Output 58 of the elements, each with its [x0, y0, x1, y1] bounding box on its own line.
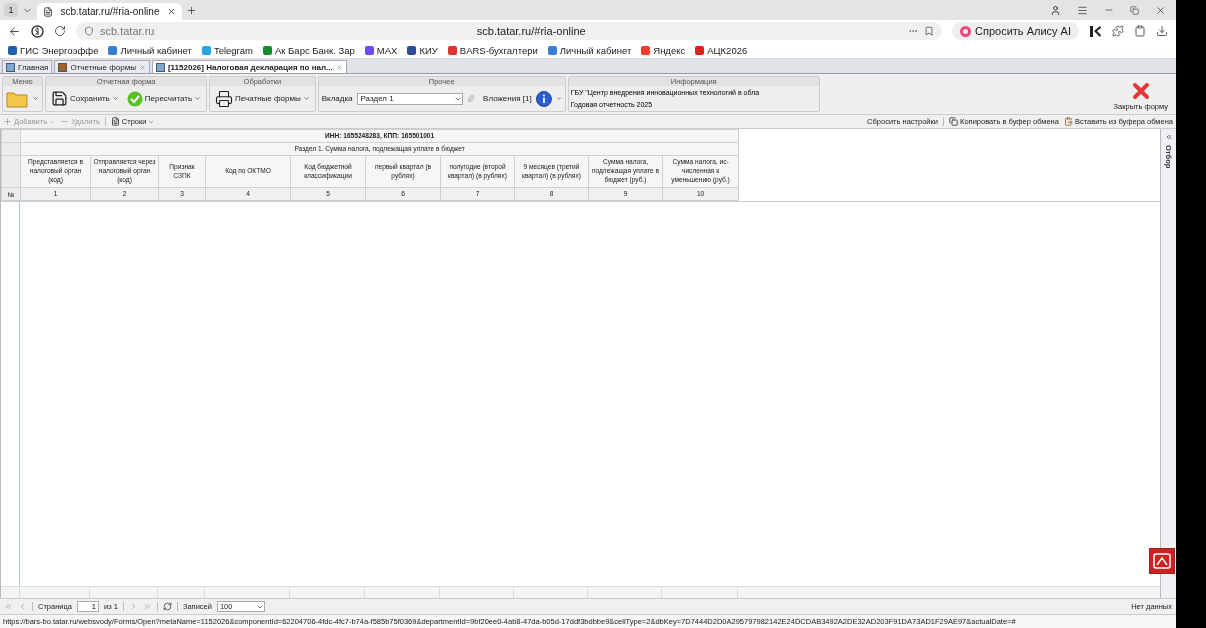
bookmark-link[interactable]: КИУ — [407, 44, 438, 56]
save-button[interactable]: Сохранить — [49, 90, 121, 107]
copy-icon — [949, 117, 959, 126]
bookmark-link[interactable]: Telegram — [201, 44, 253, 56]
document-icon — [110, 117, 120, 126]
caret-icon — [302, 95, 310, 102]
caret-icon — [32, 95, 39, 102]
printer-icon — [215, 89, 234, 108]
tab-label: Вкладка — [321, 94, 353, 103]
bookmark-link[interactable]: Личный кабинет — [547, 44, 632, 56]
caret-icon — [555, 95, 562, 102]
close-icon — [1131, 82, 1150, 100]
caret-icon — [148, 118, 155, 125]
recalculate-button[interactable]: Пересчитать — [124, 90, 204, 107]
bookmark-link[interactable]: BARS-бухгалтери — [447, 44, 538, 56]
expand-icon[interactable] — [1164, 133, 1173, 141]
menu-icon[interactable] — [1077, 4, 1088, 16]
bookmark-link[interactable]: ГИС Энергоэффе — [8, 44, 99, 56]
bookmark-icon — [924, 26, 935, 36]
puzzle-icon[interactable] — [1112, 25, 1124, 37]
info-icon[interactable] — [535, 89, 552, 108]
bookmark-link[interactable]: Яндекс — [641, 44, 686, 56]
shield-icon — [84, 26, 94, 36]
tools-icon[interactable] — [1089, 24, 1102, 38]
tab-select[interactable]: Раздел 1 — [356, 92, 464, 105]
address-bar[interactable]: scb.tatar.ru scb.tatar.ru/#ria-online — [76, 22, 943, 40]
bookmark-link[interactable]: Ак Барс Банк. Зар — [263, 44, 355, 56]
clipboard-icon — [1063, 117, 1073, 126]
bookmark-link[interactable]: АЦК2026 — [695, 44, 748, 56]
profile-icon[interactable] — [1050, 4, 1061, 16]
ask-alice-button[interactable]: Спросить Алису AI — [952, 22, 1079, 40]
browser-tab[interactable]: scb.tatar.ru/#ria-online — [37, 3, 182, 20]
refresh-icon[interactable] — [162, 602, 172, 611]
circle-icon[interactable] — [31, 24, 44, 38]
attachments-label[interactable]: Вложения [1] — [483, 94, 532, 103]
checkmark-icon — [126, 90, 143, 107]
caret-icon — [111, 95, 119, 102]
page-icon — [43, 6, 53, 17]
caret-icon — [49, 118, 56, 125]
close-icon — [167, 7, 176, 16]
paperclip-icon[interactable] — [467, 94, 476, 103]
download-icon[interactable] — [1156, 25, 1168, 37]
close-icon[interactable] — [1155, 4, 1166, 16]
app-tab[interactable]: [1152026] Налоговая декларация по нал... — [151, 60, 347, 73]
app-tab[interactable]: Главная — [2, 60, 53, 73]
reload-icon[interactable] — [54, 25, 66, 37]
tab-icon — [6, 62, 15, 72]
app-tab[interactable]: Отчетные формы — [54, 60, 150, 73]
bookmark-link[interactable]: MAX — [364, 44, 398, 56]
tab-counter[interactable]: 1 — [4, 3, 18, 17]
caret-icon — [194, 95, 202, 102]
print-forms-button[interactable]: Печатные формы — [213, 89, 312, 108]
back-icon[interactable] — [8, 24, 21, 38]
new-tab-icon[interactable] — [186, 4, 197, 16]
tab-icon — [58, 62, 68, 72]
plus-icon — [3, 117, 12, 126]
bookmark-link[interactable]: Личный кабинет — [108, 44, 192, 56]
tab-icon — [155, 62, 165, 72]
